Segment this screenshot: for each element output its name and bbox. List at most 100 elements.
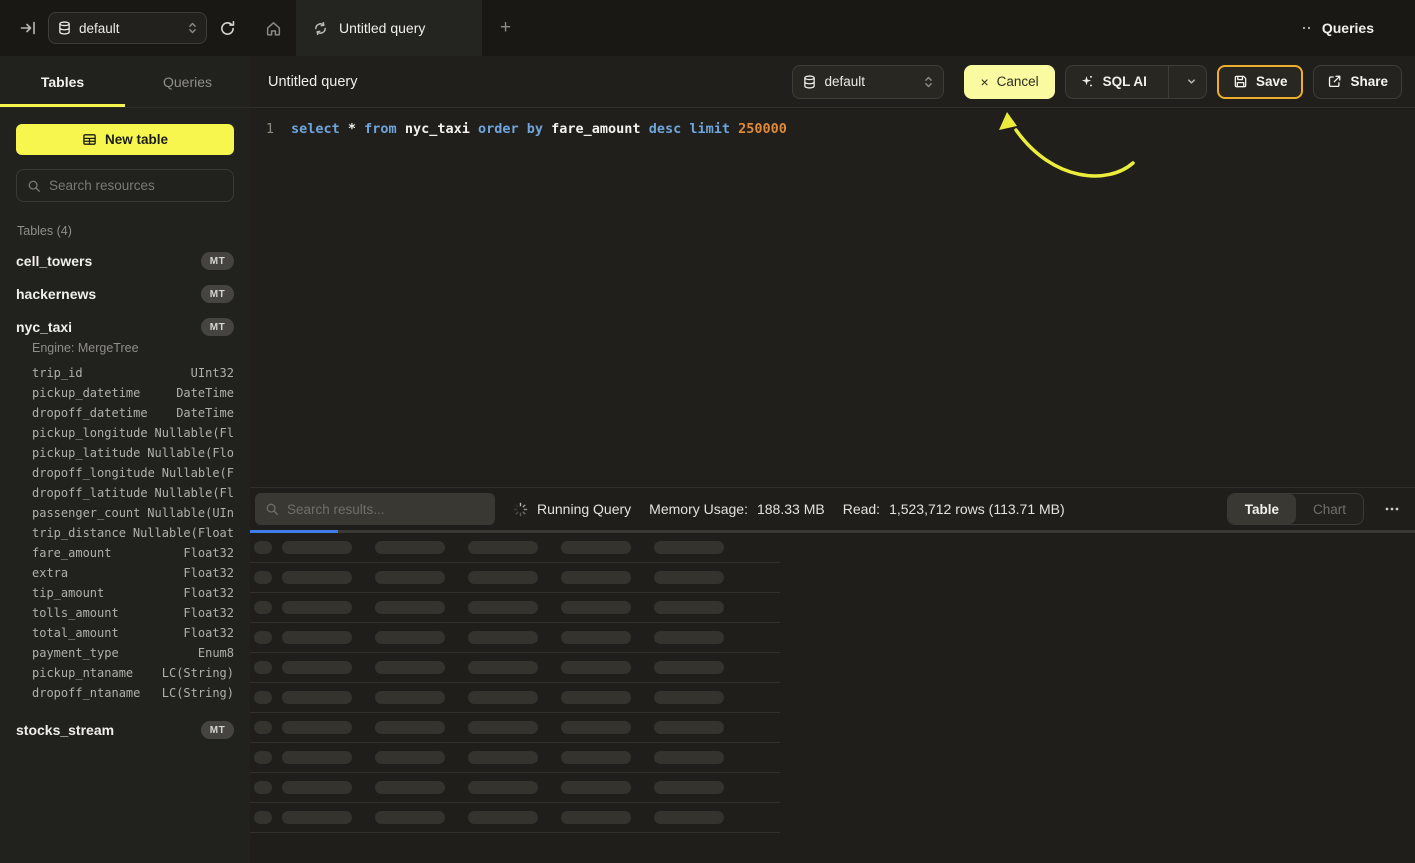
main-panel: Untitled query default × Cancel bbox=[250, 56, 1415, 863]
share-label: Share bbox=[1350, 74, 1388, 89]
skeleton-cell bbox=[654, 751, 724, 764]
skeleton-cell bbox=[254, 691, 272, 704]
new-tab-button[interactable]: + bbox=[482, 0, 529, 56]
column-type: Nullable(Flo bbox=[147, 443, 234, 463]
topbar: default Untitled query bbox=[0, 0, 1415, 56]
column-type: DateTime bbox=[176, 383, 234, 403]
query-running-icon bbox=[313, 21, 328, 36]
skeleton-cell bbox=[468, 571, 538, 584]
results-search bbox=[255, 493, 495, 525]
sparkle-icon bbox=[1079, 74, 1094, 89]
skeleton-row bbox=[250, 773, 780, 803]
query-tab-active[interactable]: Untitled query bbox=[296, 0, 482, 56]
skeleton-cell bbox=[468, 751, 538, 764]
skeleton-cell bbox=[254, 661, 272, 674]
skeleton-cell bbox=[561, 691, 631, 704]
skeleton-cell bbox=[254, 631, 272, 644]
column-type: Nullable(Float bbox=[133, 523, 234, 543]
table-name: stocks_stream bbox=[16, 722, 114, 738]
skeleton-cell bbox=[468, 811, 538, 824]
search-icon bbox=[265, 502, 279, 516]
skeleton-cell bbox=[561, 601, 631, 614]
query-database-select[interactable]: default bbox=[792, 65, 944, 99]
results-toolbar: Running Query Memory Usage: 188.33 MB Re… bbox=[250, 488, 1415, 530]
tables-section-label: Tables (4) bbox=[17, 224, 233, 238]
read-stats: Read: 1,523,712 rows (113.71 MB) bbox=[843, 501, 1065, 517]
sidebar-table-stocks_stream[interactable]: stocks_streamMT bbox=[0, 713, 250, 746]
results-skeleton bbox=[250, 533, 1415, 863]
column-type: Enum8 bbox=[198, 643, 234, 663]
topbar-database-select[interactable]: default bbox=[48, 12, 207, 44]
sql-ai-dropdown-button[interactable] bbox=[1177, 66, 1206, 98]
skeleton-cell bbox=[282, 751, 352, 764]
sidebar-table-nyc_taxi[interactable]: nyc_taxiMT bbox=[0, 310, 250, 343]
tab-title: Untitled query bbox=[339, 20, 425, 36]
column-type: Float32 bbox=[183, 583, 234, 603]
column-name: pickup_datetime bbox=[32, 383, 140, 403]
column-name: dropoff_ntaname bbox=[32, 683, 140, 703]
column-name: pickup_latitude bbox=[32, 443, 140, 463]
refresh-button[interactable] bbox=[219, 20, 236, 37]
skeleton-cell bbox=[561, 811, 631, 824]
skeleton-cell bbox=[654, 691, 724, 704]
column-type: LC(String) bbox=[162, 663, 234, 683]
memory-usage: Memory Usage: 188.33 MB bbox=[649, 501, 825, 517]
new-table-button[interactable]: New table bbox=[16, 124, 234, 155]
results-panel: Running Query Memory Usage: 188.33 MB Re… bbox=[250, 487, 1415, 863]
queries-shortcut[interactable]: Queries bbox=[1301, 0, 1415, 56]
new-table-label: New table bbox=[105, 132, 168, 147]
sidebar-table-cell_towers[interactable]: cell_towersMT bbox=[0, 244, 250, 277]
column-name: pickup_ntaname bbox=[32, 663, 133, 683]
column-row: payment_typeEnum8 bbox=[32, 643, 234, 663]
sql-console-app: default Untitled query bbox=[0, 0, 1415, 863]
sidebar-tab-tables[interactable]: Tables bbox=[0, 56, 125, 107]
sql-token: order bbox=[478, 121, 527, 137]
read-value: 1,523,712 rows (113.71 MB) bbox=[889, 501, 1065, 517]
skeleton-cell bbox=[282, 661, 352, 674]
resource-search-input[interactable] bbox=[49, 178, 223, 193]
home-icon bbox=[265, 20, 282, 37]
sql-ai-button[interactable]: SQL AI bbox=[1066, 66, 1160, 98]
skeleton-cell bbox=[468, 781, 538, 794]
sidebar-tab-queries[interactable]: Queries bbox=[125, 56, 250, 107]
skeleton-cell bbox=[654, 571, 724, 584]
skeleton-cell bbox=[561, 751, 631, 764]
sidebar-table-hackernews[interactable]: hackernewsMT bbox=[0, 277, 250, 310]
skeleton-cell bbox=[254, 781, 272, 794]
column-type: Float32 bbox=[183, 563, 234, 583]
skeleton-cell bbox=[654, 661, 724, 674]
column-row: pickup_ntaname LC(String) bbox=[32, 663, 234, 683]
home-button[interactable] bbox=[250, 0, 296, 56]
skeleton-row bbox=[250, 563, 780, 593]
sql-editor[interactable]: 1 select * from nyc_taxi order by fare_a… bbox=[250, 108, 1415, 487]
skeleton-cell bbox=[282, 721, 352, 734]
skeleton-row bbox=[250, 743, 780, 773]
sql-token: desc bbox=[649, 121, 690, 137]
skeleton-cell bbox=[375, 541, 445, 554]
refresh-icon bbox=[219, 20, 236, 37]
divider bbox=[1168, 66, 1169, 98]
view-tab-chart[interactable]: Chart bbox=[1296, 494, 1363, 524]
skeleton-cell bbox=[468, 661, 538, 674]
engine-badge: MT bbox=[201, 252, 234, 270]
skeleton-cell bbox=[375, 781, 445, 794]
skeleton-cell bbox=[561, 781, 631, 794]
results-search-input[interactable] bbox=[287, 502, 485, 517]
save-button[interactable]: Save bbox=[1217, 65, 1304, 99]
view-tab-table[interactable]: Table bbox=[1228, 494, 1296, 524]
skeleton-cell bbox=[468, 601, 538, 614]
column-type: DateTime bbox=[176, 403, 234, 423]
memory-usage-value: 188.33 MB bbox=[757, 501, 825, 517]
close-icon: × bbox=[980, 74, 988, 90]
share-button[interactable]: Share bbox=[1313, 65, 1402, 99]
cancel-button[interactable]: × Cancel bbox=[964, 65, 1054, 99]
sql-token: by bbox=[527, 121, 551, 137]
resource-search bbox=[16, 169, 234, 202]
sql-ai-label: SQL AI bbox=[1103, 74, 1147, 89]
sql-token: limit bbox=[689, 121, 738, 137]
column-row: extraFloat32 bbox=[32, 563, 234, 583]
sidebar-collapse-button[interactable] bbox=[20, 20, 36, 36]
database-icon bbox=[803, 75, 816, 89]
more-options-button[interactable] bbox=[1382, 498, 1402, 520]
view-toggle: TableChart bbox=[1227, 493, 1364, 525]
